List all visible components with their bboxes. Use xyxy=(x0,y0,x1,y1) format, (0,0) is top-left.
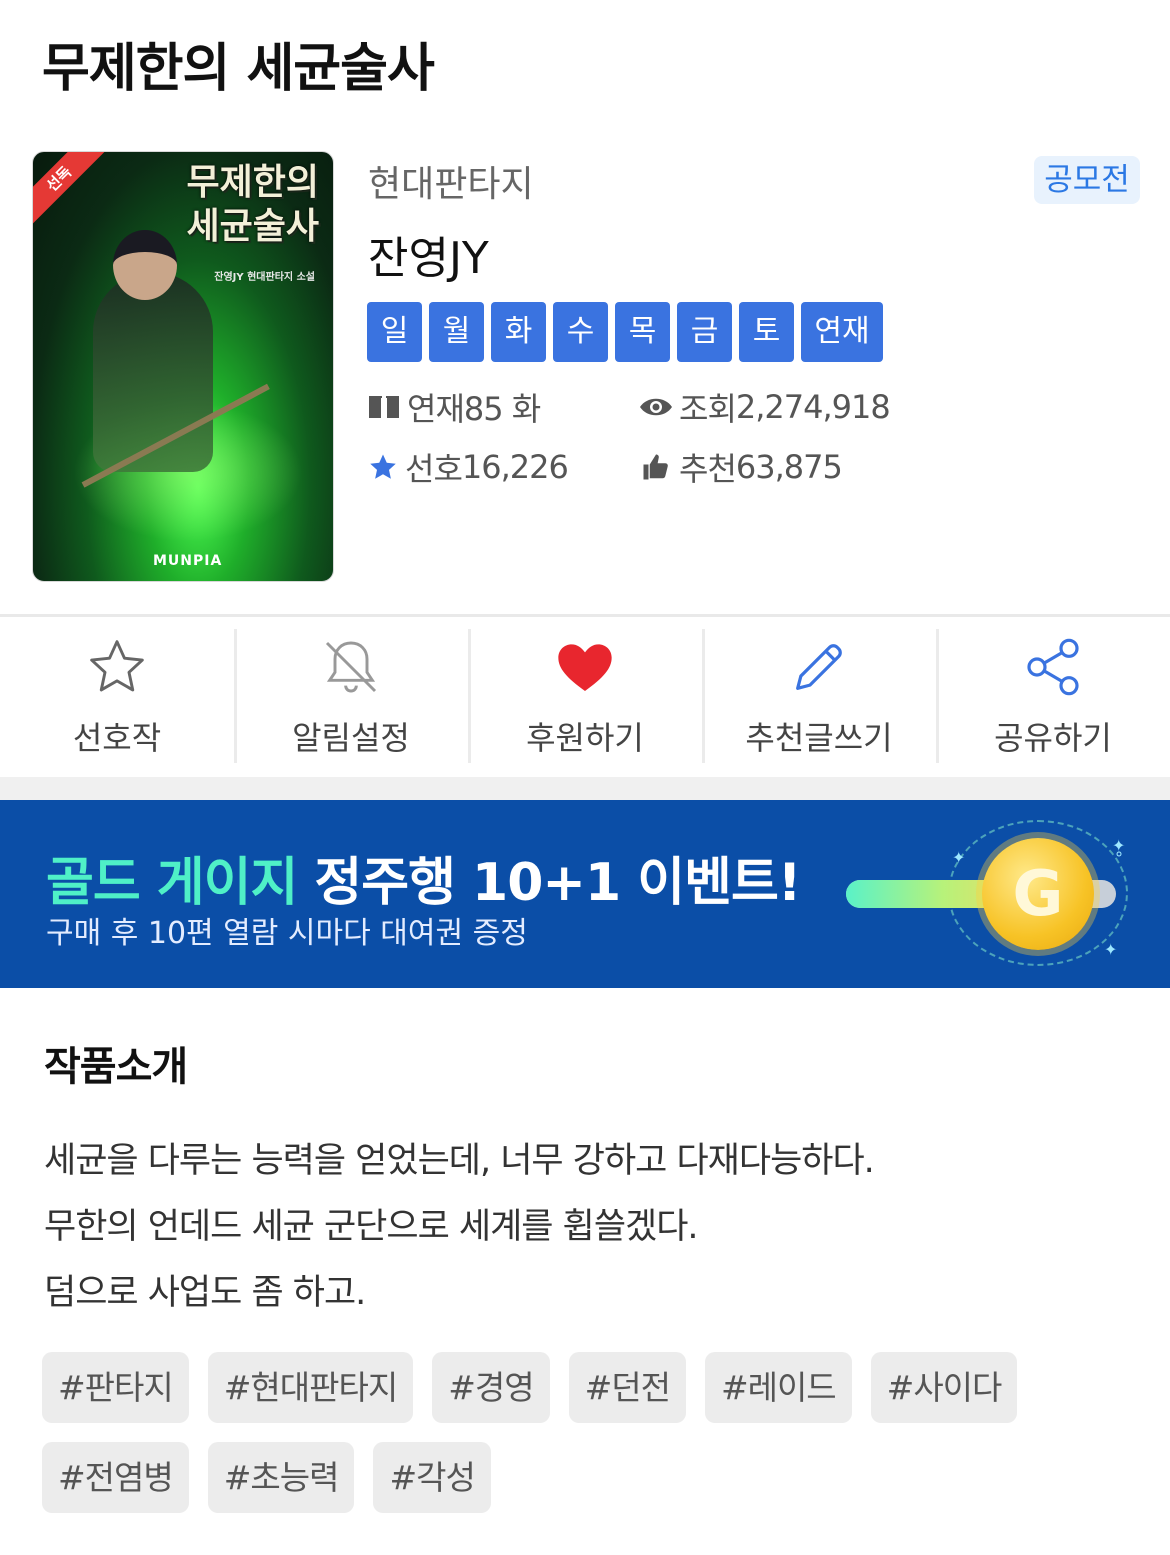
stat-recommends: 추천 63,875 xyxy=(639,444,843,490)
tag-chip[interactable]: #각성 xyxy=(373,1442,491,1513)
sparkle-icon: ∘ xyxy=(1114,844,1125,863)
publisher-logo: MUNPIA xyxy=(153,553,223,569)
stat-favorites-value: 16,226 xyxy=(461,448,569,486)
cover-character-figure xyxy=(93,272,213,472)
day-sat: 토 xyxy=(739,302,794,362)
day-fri: 금 xyxy=(677,302,732,362)
favorite-button[interactable]: 선호작 xyxy=(0,617,234,777)
favorite-button-label: 선호작 xyxy=(72,719,162,757)
book-icon xyxy=(369,396,399,418)
contest-badge: 공모전 xyxy=(1034,156,1140,204)
day-sun: 일 xyxy=(367,302,422,362)
book-cover-image[interactable]: 무제한의 세균술사 잔영JY 현대판타지 소설 선독 MUNPIA xyxy=(32,151,334,582)
banner-headline: 골드 게이지 정주행 10+1 이벤트! xyxy=(46,840,802,915)
bell-off-icon xyxy=(325,641,377,693)
stat-views: 조회 2,274,918 xyxy=(639,384,891,430)
sparkle-icon: ✦ xyxy=(1104,940,1118,959)
day-wed: 수 xyxy=(553,302,608,362)
share-button[interactable]: 공유하기 xyxy=(936,617,1170,777)
sponsor-button[interactable]: 후원하기 xyxy=(468,617,702,777)
thumbs-up-icon xyxy=(643,454,668,480)
notification-settings-label: 알림설정 xyxy=(292,719,410,757)
day-thu: 목 xyxy=(615,302,670,362)
intro-line: 세균을 다루는 능력을 얻었는데, 너무 강하고 다재다능하다. xyxy=(44,1141,875,1181)
eye-icon xyxy=(640,398,672,416)
banner-subtext: 구매 후 10편 열람 시마다 대여권 증정 xyxy=(46,916,528,951)
day-tue: 화 xyxy=(491,302,546,362)
tag-list: #판타지 #현대판타지 #경영 #던전 #레이드 #사이다 #전염병 #초능력 … xyxy=(42,1352,1152,1513)
star-filled-icon xyxy=(370,454,396,479)
cover-character-head xyxy=(113,230,177,300)
stat-recommends-label: 추천 xyxy=(679,450,737,488)
cover-corner-badge: 선독 xyxy=(33,152,111,231)
page-title: 무제한의 세균술사 xyxy=(42,39,435,99)
star-outline-icon xyxy=(90,640,144,692)
tag-chip[interactable]: #현대판타지 xyxy=(207,1352,414,1423)
share-button-label: 공유하기 xyxy=(994,719,1112,757)
stat-episodes-value: 85 화 xyxy=(463,390,541,428)
share-icon xyxy=(1027,638,1079,696)
tag-chip[interactable]: #전염병 xyxy=(42,1442,189,1513)
banner-headline-highlight: 골드 게이지 xyxy=(46,853,298,913)
intro-text: 세균을 다루는 능력을 얻었는데, 너무 강하고 다재다능하다. 무한의 언데드… xyxy=(44,1128,1134,1326)
stat-recommends-value: 63,875 xyxy=(735,448,843,486)
stat-views-label: 조회 xyxy=(679,390,737,428)
heart-icon xyxy=(558,644,612,691)
event-banner[interactable]: 골드 게이지 정주행 10+1 이벤트! 구매 후 10편 열람 시마다 대여권… xyxy=(0,800,1170,988)
day-mon: 월 xyxy=(429,302,484,362)
tag-chip[interactable]: #초능력 xyxy=(207,1442,355,1513)
stat-favorites-label: 선호 xyxy=(405,450,463,488)
genre-label: 현대판타지 xyxy=(368,164,534,205)
tag-chip[interactable]: #던전 xyxy=(568,1352,686,1423)
sponsor-button-label: 후원하기 xyxy=(526,719,644,757)
intro-line: 덤으로 사업도 좀 하고. xyxy=(44,1273,366,1313)
pencil-icon xyxy=(796,644,842,690)
stat-episodes-label: 연재 xyxy=(407,390,465,428)
banner-headline-rest: 정주행 10+1 이벤트! xyxy=(297,853,801,913)
write-recommendation-button[interactable]: 추천글쓰기 xyxy=(702,617,936,777)
serial-status-badge: 연재 xyxy=(801,302,883,362)
stat-favorites: 선호 16,226 xyxy=(367,444,569,490)
stat-episodes: 연재 85 화 xyxy=(367,384,541,430)
tag-chip[interactable]: #레이드 xyxy=(704,1352,852,1423)
intro-line: 무한의 언데드 세균 군단으로 세계를 휩쓸겠다. xyxy=(44,1207,699,1247)
notification-settings-button[interactable]: 알림설정 xyxy=(234,617,468,777)
tag-chip[interactable]: #사이다 xyxy=(870,1352,1018,1423)
serial-days: 일 월 화 수 목 금 토 연재 xyxy=(367,302,883,362)
section-gap xyxy=(0,777,1170,800)
cover-title-line1: 무제한의 xyxy=(186,161,319,203)
section-title-intro: 작품소개 xyxy=(44,1044,188,1090)
sparkle-icon: ✦ xyxy=(952,848,966,867)
cover-title-line2: 세균술사 xyxy=(186,205,319,247)
tag-chip[interactable]: #경영 xyxy=(432,1352,550,1423)
action-bar: 선호작 알림설정 후원하기 추천글쓰기 공유하기 xyxy=(0,617,1170,777)
author-name[interactable]: 잔영JY xyxy=(368,222,489,286)
tag-chip[interactable]: #판타지 xyxy=(42,1352,189,1423)
gold-coin-icon: G xyxy=(982,838,1094,950)
cover-title: 무제한의 세균술사 xyxy=(187,160,319,248)
cover-author-caption: 잔영JY 현대판타지 소설 xyxy=(214,272,315,283)
write-recommendation-label: 추천글쓰기 xyxy=(745,719,893,757)
stat-views-value: 2,274,918 xyxy=(735,388,891,426)
